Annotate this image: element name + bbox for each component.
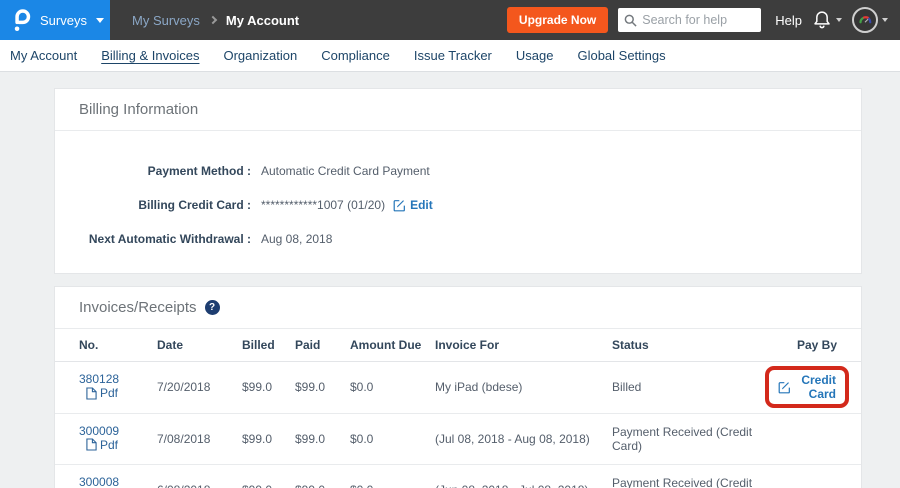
pdf-file-icon xyxy=(86,387,97,400)
col-paid: Paid xyxy=(295,329,350,362)
billing-credit-card-row: Billing Credit Card : ************1007 (… xyxy=(79,195,837,215)
pdf-file-icon xyxy=(86,438,97,451)
tab-billing-invoices[interactable]: Billing & Invoices xyxy=(101,48,199,63)
notifications-menu[interactable] xyxy=(812,9,842,31)
chevron-down-icon xyxy=(96,18,104,23)
col-pay-by: Pay By xyxy=(765,329,861,362)
tab-my-account[interactable]: My Account xyxy=(10,48,77,63)
breadcrumb: My Surveys My Account xyxy=(132,13,299,28)
tab-issue-tracker[interactable]: Issue Tracker xyxy=(414,48,492,63)
invoice-number-link[interactable]: 300009 xyxy=(79,424,119,438)
invoice-status: Payment Received (Credit Card) xyxy=(612,413,765,465)
upgrade-now-button[interactable]: Upgrade Now xyxy=(507,7,608,33)
breadcrumb-my-surveys[interactable]: My Surveys xyxy=(132,13,200,28)
help-search[interactable] xyxy=(618,8,761,32)
edit-pencil-icon xyxy=(778,381,791,394)
billing-information-body: Payment Method : Automatic Credit Card P… xyxy=(55,131,861,273)
edit-credit-card-link[interactable]: Edit xyxy=(393,198,433,212)
pay-by-credit-card-link[interactable]: Credit Card xyxy=(796,373,836,401)
breadcrumb-current: My Account xyxy=(226,13,299,28)
main-content: Billing Information Payment Method : Aut… xyxy=(0,72,900,488)
col-billed: Billed xyxy=(242,329,295,362)
invoice-for: (Jul 08, 2018 - Aug 08, 2018) xyxy=(435,413,612,465)
red-annotation-highlight: Credit Card xyxy=(765,366,849,408)
invoice-for: My iPad (bdese) xyxy=(435,362,612,414)
billing-information-title: Billing Information xyxy=(79,101,198,118)
invoice-status: Payment Received (Credit Card) xyxy=(612,465,765,488)
invoice-amount-due: $0.0 xyxy=(350,413,435,465)
avatar xyxy=(852,7,878,33)
invoice-amount-due: $0.0 xyxy=(350,362,435,414)
invoices-receipts-header: Invoices/Receipts ? xyxy=(55,287,861,329)
tab-compliance[interactable]: Compliance xyxy=(321,48,390,63)
invoice-billed: $99.0 xyxy=(242,413,295,465)
help-question-icon[interactable]: ? xyxy=(205,300,220,315)
invoice-amount-due: $0.0 xyxy=(350,465,435,488)
payment-method-label: Payment Method : xyxy=(79,164,251,178)
table-row: 300008Pdf 6/08/2018 $99.0 $99.0 $0.0 (Ju… xyxy=(55,465,861,488)
invoice-pay-by xyxy=(765,465,861,488)
search-input[interactable] xyxy=(642,13,755,27)
col-date: Date xyxy=(157,329,242,362)
chevron-right-icon xyxy=(209,16,217,24)
billing-information-header: Billing Information xyxy=(55,89,861,131)
edit-link-label: Edit xyxy=(410,198,433,212)
search-icon xyxy=(624,14,637,27)
pdf-link[interactable]: Pdf xyxy=(86,386,118,400)
account-nav: My Account Billing & Invoices Organizati… xyxy=(0,40,900,72)
billing-credit-card-label: Billing Credit Card : xyxy=(79,198,251,212)
invoice-for: (Jun 08, 2018 - Jul 08, 2018) xyxy=(435,465,612,488)
pdf-link[interactable]: Pdf xyxy=(86,438,118,452)
table-row: 380128Pdf 7/20/2018 $99.0 $99.0 $0.0 My … xyxy=(55,362,861,414)
invoice-paid: $99.0 xyxy=(295,362,350,414)
next-withdrawal-value: Aug 08, 2018 xyxy=(261,232,332,246)
questionpro-logo-icon xyxy=(12,7,31,34)
pdf-link-label: Pdf xyxy=(100,438,118,452)
invoice-date: 7/08/2018 xyxy=(157,413,242,465)
invoice-status: Billed xyxy=(612,362,765,414)
help-link[interactable]: Help xyxy=(775,13,802,28)
edit-pencil-icon xyxy=(393,199,406,212)
invoice-billed: $99.0 xyxy=(242,362,295,414)
invoices-table: No. Date Billed Paid Amount Due Invoice … xyxy=(55,329,861,488)
invoice-date: 7/20/2018 xyxy=(157,362,242,414)
bell-icon xyxy=(812,9,832,31)
invoice-date: 6/08/2018 xyxy=(157,465,242,488)
table-header-row: No. Date Billed Paid Amount Due Invoice … xyxy=(55,329,861,362)
product-switcher[interactable]: Surveys xyxy=(0,0,110,40)
col-status: Status xyxy=(612,329,765,362)
pdf-link-label: Pdf xyxy=(100,386,118,400)
billing-credit-card-value: ************1007 (01/20) xyxy=(261,198,385,212)
col-invoice-for: Invoice For xyxy=(435,329,612,362)
billing-information-card: Billing Information Payment Method : Aut… xyxy=(54,88,862,274)
next-withdrawal-row: Next Automatic Withdrawal : Aug 08, 2018 xyxy=(79,229,837,249)
col-no: No. xyxy=(55,329,157,362)
invoice-billed: $99.0 xyxy=(242,465,295,488)
next-withdrawal-label: Next Automatic Withdrawal : xyxy=(79,232,251,246)
payment-method-value: Automatic Credit Card Payment xyxy=(261,164,430,178)
tab-organization[interactable]: Organization xyxy=(223,48,297,63)
invoice-number-link[interactable]: 380128 xyxy=(79,372,119,386)
invoices-receipts-title: Invoices/Receipts xyxy=(79,299,197,316)
tab-usage[interactable]: Usage xyxy=(516,48,554,63)
invoice-paid: $99.0 xyxy=(295,465,350,488)
account-menu[interactable] xyxy=(852,7,888,33)
table-row: 300009Pdf 7/08/2018 $99.0 $99.0 $0.0 (Ju… xyxy=(55,413,861,465)
chevron-down-icon xyxy=(836,18,842,22)
invoice-paid: $99.0 xyxy=(295,413,350,465)
tab-global-settings[interactable]: Global Settings xyxy=(577,48,665,63)
payment-method-row: Payment Method : Automatic Credit Card P… xyxy=(79,161,837,181)
chevron-down-icon xyxy=(882,18,888,22)
invoice-number-link[interactable]: 300008 xyxy=(79,475,119,488)
product-label: Surveys xyxy=(40,13,87,28)
invoice-pay-by xyxy=(765,413,861,465)
col-amount-due: Amount Due xyxy=(350,329,435,362)
invoices-receipts-card: Invoices/Receipts ? No. Date Billed Paid… xyxy=(54,286,862,488)
top-bar: Surveys My Surveys My Account Upgrade No… xyxy=(0,0,900,40)
topbar-right: Upgrade Now Help xyxy=(507,7,900,33)
